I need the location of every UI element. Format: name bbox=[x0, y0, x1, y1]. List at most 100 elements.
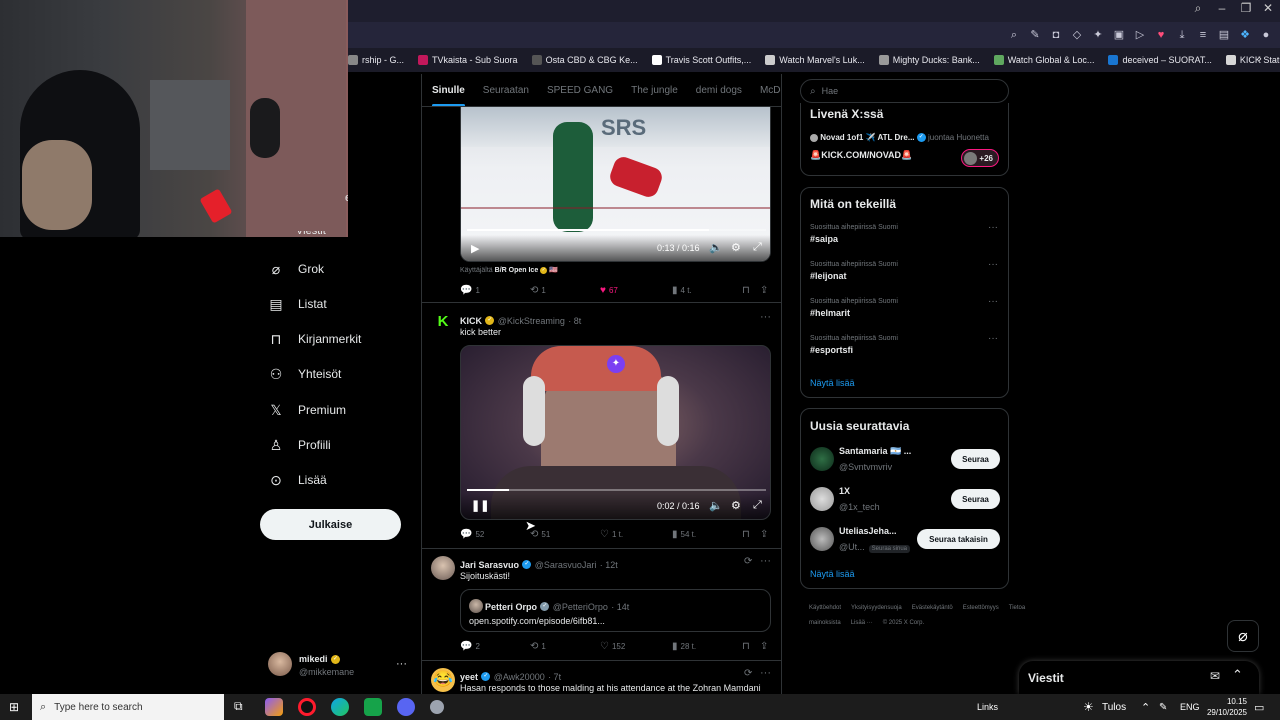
search-icon[interactable]: ⌕ bbox=[1186, 0, 1210, 18]
author-name[interactable]: KICK bbox=[460, 316, 482, 326]
more-icon[interactable]: ··· bbox=[760, 311, 771, 323]
post-video[interactable]: ✦ ❚❚ 0:02 / 0:16 🔈 ⚙ ⤢ bbox=[460, 345, 771, 520]
author-name[interactable]: yeet bbox=[460, 672, 478, 682]
bookmark-item[interactable]: rship - G... bbox=[348, 55, 404, 65]
trend-item[interactable]: Suosittua aihepiirissä Suomi #leijonat ··· bbox=[810, 259, 1000, 291]
settings-icon[interactable]: ⚙ bbox=[731, 499, 741, 512]
bookmark-item[interactable]: Travis Scott Outfits,... bbox=[651, 55, 751, 65]
taskbar-search-input[interactable]: ⌕ Type here to search bbox=[32, 694, 224, 720]
minimize-icon[interactable]: – bbox=[1210, 0, 1234, 18]
links-toolbar[interactable]: Links bbox=[977, 694, 998, 720]
new-message-icon[interactable]: ✉ bbox=[1210, 669, 1220, 683]
grok-icon[interactable]: ⟳ bbox=[744, 668, 752, 679]
account-switcher[interactable]: mikedi ✓ @mikkemane ··· bbox=[268, 652, 412, 682]
like-button[interactable]: ♥ 67 bbox=[600, 285, 618, 296]
settings-icon[interactable]: ⚙ bbox=[731, 241, 741, 254]
weather-icon[interactable]: ☀ bbox=[1083, 694, 1094, 720]
nav-item-yhteisöt[interactable]: ⚇ Yhteisöt bbox=[268, 364, 342, 384]
play-icon[interactable]: ▷ bbox=[1134, 29, 1146, 41]
grok-icon[interactable]: ⌀ bbox=[1227, 620, 1259, 652]
feed-tab[interactable]: Seuraatan bbox=[483, 74, 529, 106]
app-icon-edge[interactable] bbox=[331, 698, 349, 716]
feed-tab[interactable]: McDonal bbox=[760, 74, 781, 106]
app-icon-chat[interactable] bbox=[364, 698, 382, 716]
author-handle[interactable]: @Awk20000 bbox=[494, 672, 545, 682]
download-icon[interactable]: ⤓ bbox=[1176, 29, 1188, 41]
author-handle[interactable]: @KickStreaming bbox=[498, 316, 565, 326]
footer-link[interactable]: Käyttöehdot bbox=[809, 605, 841, 611]
app-icon-misc[interactable] bbox=[430, 700, 444, 714]
post-button[interactable]: Julkaise bbox=[260, 509, 401, 540]
fullscreen-icon[interactable]: ⤢ bbox=[753, 499, 762, 512]
volume-icon[interactable]: 🔈 bbox=[709, 241, 723, 254]
repost-button[interactable]: ⟲ 1 bbox=[530, 285, 546, 296]
bookmark-item[interactable]: Watch Marvel's Luk... bbox=[765, 55, 865, 65]
more-icon[interactable]: ··· bbox=[760, 555, 771, 567]
language-indicator[interactable]: ENG bbox=[1180, 694, 1200, 720]
quote-link[interactable]: open.spotify.com/episode/6ifb81... bbox=[469, 616, 605, 626]
heart-icon[interactable]: ♥ bbox=[1155, 29, 1167, 41]
expand-icon[interactable]: ⌃ bbox=[1232, 667, 1243, 683]
fullscreen-icon[interactable]: ⤢ bbox=[753, 241, 762, 254]
wallet-icon[interactable]: ▤ bbox=[1218, 29, 1230, 41]
more-icon[interactable]: ··· bbox=[988, 222, 998, 233]
app-icon-discord[interactable] bbox=[397, 698, 415, 716]
nav-item-kirjanmerkit[interactable]: ⊓ Kirjanmerkit bbox=[268, 329, 362, 349]
nav-item-partial[interactable]: Viestit bbox=[296, 231, 326, 239]
follow-suggestion[interactable]: UteliasJeha... @Ut... Seuraa sinua Seuraa t… bbox=[810, 526, 1002, 554]
live-card[interactable]: Livenä X:ssä Novad 1of1 ✈️ ATL Dre... ✓ … bbox=[800, 103, 1009, 176]
kick-ext-icon[interactable]: ❖ bbox=[1239, 29, 1251, 41]
feed-tab[interactable]: Sinulle bbox=[432, 74, 465, 106]
weather-label[interactable]: Tulos bbox=[1102, 694, 1126, 720]
restore-icon[interactable]: ❐ bbox=[1234, 0, 1258, 18]
avatar[interactable]: 😂 bbox=[431, 668, 455, 692]
feed-tab[interactable]: SPEED GANG bbox=[547, 74, 613, 106]
views-button[interactable]: ▮ 28 t. bbox=[672, 641, 696, 652]
reply-button[interactable]: 💬 1 bbox=[460, 285, 480, 296]
feed-tab[interactable]: demi dogs bbox=[696, 74, 742, 106]
follow-suggestion[interactable]: 1X @1x_tech Seuraa bbox=[810, 486, 1002, 514]
like-button[interactable]: ♡ 152 bbox=[600, 641, 625, 652]
follow-button[interactable]: Seuraa bbox=[951, 449, 1000, 469]
nav-item-lisää[interactable]: ⊙ Lisää bbox=[268, 470, 327, 490]
windows-start-icon[interactable]: ⊞ bbox=[9, 700, 19, 714]
more-icon[interactable]: ··· bbox=[988, 333, 998, 344]
bookmark-icon[interactable]: ⊓ bbox=[742, 285, 750, 296]
grok-icon[interactable]: ⟳ bbox=[744, 556, 752, 567]
pause-icon[interactable]: ❚❚ bbox=[471, 499, 489, 512]
shield-icon[interactable]: ◇ bbox=[1071, 29, 1083, 41]
feed-tab[interactable]: The jungle bbox=[631, 74, 678, 106]
extension-icon[interactable]: ✦ bbox=[1092, 29, 1104, 41]
bookmark-icon[interactable]: ⊓ bbox=[742, 641, 750, 652]
close-icon[interactable]: ✕ bbox=[1256, 0, 1280, 18]
app-icon-fortnite[interactable] bbox=[265, 698, 283, 716]
author-name[interactable]: Jari Sarasvuo bbox=[460, 560, 519, 570]
show-more-link[interactable]: Näytä lisää bbox=[810, 569, 855, 579]
share-icon[interactable]: ⇪ bbox=[760, 529, 768, 540]
bookmark-item[interactable]: Osta CBD & CBG Ke... bbox=[531, 55, 638, 65]
share-icon[interactable]: ⇪ bbox=[760, 285, 768, 296]
bookmark-item[interactable]: KICK Status Page bbox=[1225, 55, 1280, 65]
more-icon[interactable]: ··· bbox=[988, 296, 998, 307]
chevron-up-icon[interactable]: ⌃ bbox=[1141, 694, 1150, 720]
nav-item-premium[interactable]: 𝕏 Premium bbox=[268, 400, 346, 420]
views-button[interactable]: ▮ 4 t. bbox=[672, 285, 692, 296]
bookmark-item[interactable]: deceived – SUORAT... bbox=[1108, 55, 1212, 65]
footer-link[interactable]: Evästekäytäntö bbox=[912, 605, 953, 611]
notifications-icon[interactable]: ▭ bbox=[1254, 694, 1264, 720]
bookmark-item[interactable]: Watch Global & Loc... bbox=[993, 55, 1094, 65]
show-more-link[interactable]: Näytä lisää bbox=[810, 378, 855, 388]
more-icon[interactable]: ··· bbox=[760, 667, 771, 679]
trend-item[interactable]: Suosittua aihepiirissä Suomi #esportsfi ··… bbox=[810, 333, 1000, 365]
reply-button[interactable]: 💬 52 bbox=[460, 529, 484, 540]
follow-button[interactable]: Seuraa bbox=[951, 489, 1000, 509]
views-button[interactable]: ▮ 54 t. bbox=[672, 529, 696, 540]
more-icon[interactable]: ··· bbox=[988, 259, 998, 270]
post-video[interactable]: SRS ▶ 0:13 / 0:16 🔈 ⚙ ⤢ bbox=[460, 107, 771, 262]
nav-item-listat[interactable]: ▤ Listat bbox=[268, 294, 326, 314]
author-handle[interactable]: @SarasvuoJari bbox=[535, 560, 597, 570]
bookmark-item[interactable]: Mighty Ducks: Bank... bbox=[878, 55, 980, 65]
trend-item[interactable]: Suosittua aihepiirissä Suomi #helmarit ··· bbox=[810, 296, 1000, 328]
follow-suggestion[interactable]: Santamaria 🇦🇷 ... @Svntvmvriv Seuraa bbox=[810, 446, 1002, 474]
footer-link[interactable]: Esteettömyys bbox=[963, 605, 999, 611]
